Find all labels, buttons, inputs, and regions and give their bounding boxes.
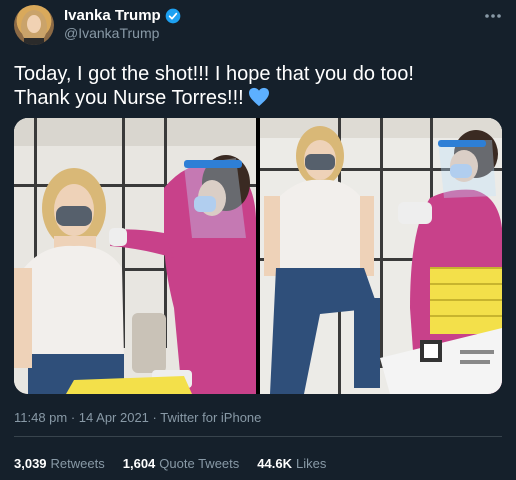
tweet-text-line-1: Today, I got the shot!!! I hope that you… <box>14 63 414 85</box>
retweets-label: Retweets <box>50 456 105 471</box>
tweet-stats: 3,039 Retweets 1,604 Quote Tweets 44.6K Lik… <box>14 456 326 471</box>
vaccination-photo-right[interactable] <box>260 118 502 394</box>
tweet-text-line-2: Thank you Nurse Torres!!! <box>14 86 504 110</box>
avatar[interactable] <box>14 5 54 45</box>
likes-stat[interactable]: 44.6K Likes <box>257 456 326 471</box>
tweet-media[interactable] <box>14 118 502 394</box>
likes-count: 44.6K <box>257 456 292 471</box>
more-options-icon[interactable] <box>484 6 502 24</box>
tweet-timestamp[interactable]: 11:48 pm · 14 Apr 2021 · Twitter for iPh… <box>14 410 261 425</box>
verified-badge-icon <box>165 8 181 24</box>
retweets-count: 3,039 <box>14 456 47 471</box>
vaccination-photo-left[interactable] <box>14 118 256 394</box>
tweet-card: Ivanka Trump @IvankaTrump Today, I got t… <box>0 0 516 480</box>
blue-heart-icon <box>248 87 270 107</box>
author-name-text[interactable]: Ivanka Trump <box>64 8 161 24</box>
tweet-text-line-2-content: Thank you Nurse Torres!!! <box>14 87 244 109</box>
retweets-stat[interactable]: 3,039 Retweets <box>14 456 105 471</box>
quote-tweets-stat[interactable]: 1,604 Quote Tweets <box>123 456 240 471</box>
author-handle[interactable]: @IvankaTrump <box>64 25 159 41</box>
quote-tweets-count: 1,604 <box>122 456 156 471</box>
tweet-text: Today, I got the shot!!! I hope that you… <box>14 62 504 110</box>
divider <box>14 436 502 437</box>
quote-tweets-label: Quote Tweets <box>159 456 240 471</box>
likes-label: Likes <box>295 456 327 471</box>
author-name[interactable]: Ivanka Trump <box>64 8 181 24</box>
